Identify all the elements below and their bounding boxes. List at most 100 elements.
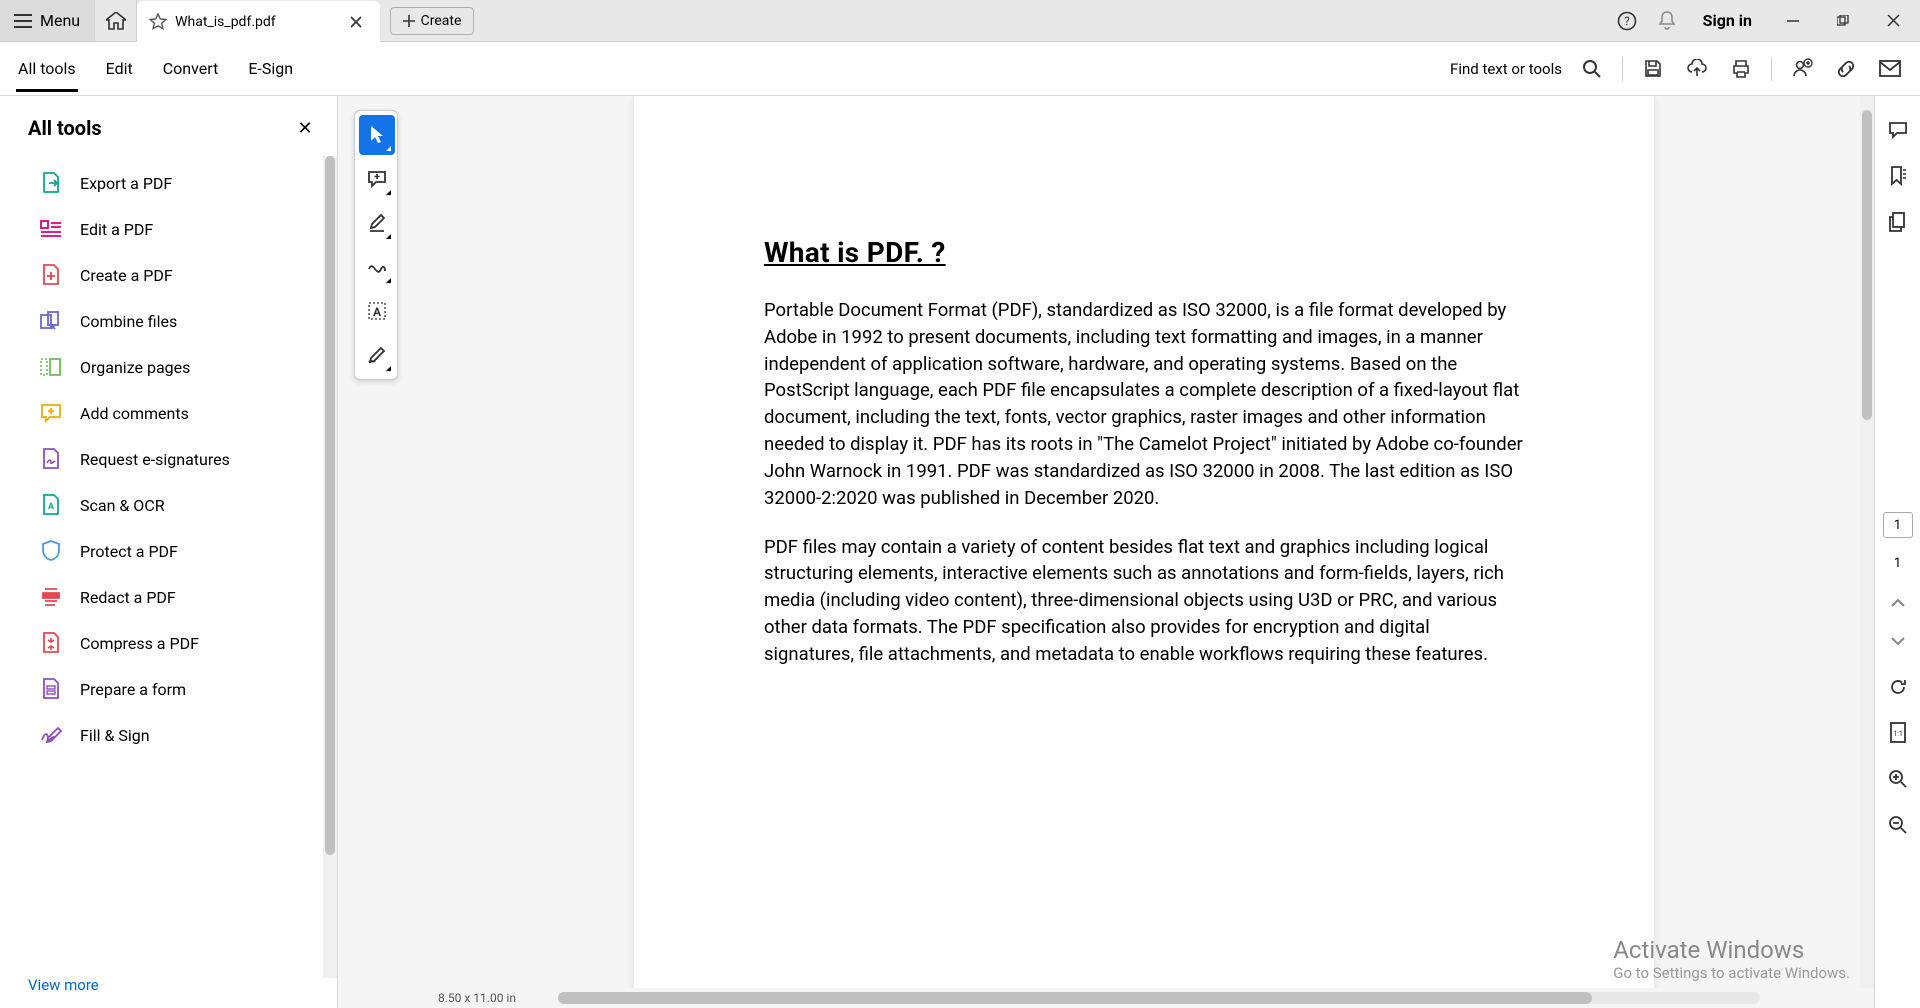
vertical-scrollbar[interactable]	[1860, 96, 1874, 988]
toolbar-right: Find text or tools	[1450, 55, 1904, 83]
search-button[interactable]	[1578, 55, 1606, 83]
cursor-icon	[369, 125, 385, 145]
rotate-icon	[1888, 677, 1908, 697]
tool-compress-pdf[interactable]: Compress a PDF	[0, 620, 337, 666]
tab-all-tools[interactable]: All tools	[16, 45, 78, 92]
document-tab[interactable]: What_is_pdf.pdf	[137, 1, 380, 42]
titlebar: Menu What_is_pdf.pdf Create ? Sign in	[0, 0, 1920, 42]
text-select-icon: A	[367, 301, 387, 321]
prev-page-button[interactable]	[1884, 589, 1912, 617]
zoom-in-icon	[1888, 769, 1908, 789]
close-icon: ✕	[297, 118, 312, 139]
minimize-button[interactable]	[1770, 0, 1816, 42]
next-page-button[interactable]	[1884, 627, 1912, 655]
tab-edit[interactable]: Edit	[104, 45, 135, 92]
tool-tabs: All tools Edit Convert E-Sign	[16, 42, 295, 95]
create-pdf-icon	[40, 264, 62, 286]
scan-icon: A	[40, 494, 62, 516]
star-icon[interactable]	[149, 13, 167, 31]
draw-tool[interactable]	[359, 247, 395, 287]
chevron-up-icon	[1891, 598, 1905, 608]
maximize-icon	[1837, 15, 1849, 27]
help-button[interactable]: ?	[1609, 3, 1645, 39]
sign-tool[interactable]	[359, 335, 395, 375]
document-paragraph-2: PDF files may contain a variety of conte…	[764, 534, 1524, 668]
tool-label: Compress a PDF	[80, 634, 199, 653]
text-select-tool[interactable]: A	[359, 291, 395, 331]
save-button[interactable]	[1639, 55, 1667, 83]
tool-request-signatures[interactable]: Request e-signatures	[0, 436, 337, 482]
comments-panel-button[interactable]	[1884, 116, 1912, 144]
page-size-label: 8.50 x 11.00 in	[338, 991, 558, 1005]
minimize-icon	[1787, 15, 1799, 27]
svg-text:A: A	[373, 305, 382, 319]
tool-create-pdf[interactable]: Create a PDF	[0, 252, 337, 298]
tool-label: Combine files	[80, 312, 177, 331]
page-1to1-icon: 1:1	[1889, 722, 1907, 744]
zoom-in-button[interactable]	[1884, 765, 1912, 793]
tool-fill-sign[interactable]: Fill & Sign	[0, 712, 337, 758]
create-button[interactable]: Create	[390, 7, 475, 35]
scrollbar-thumb[interactable]	[1862, 110, 1872, 420]
highlight-tool[interactable]	[359, 203, 395, 243]
tool-organize-pages[interactable]: Organize pages	[0, 344, 337, 390]
sticky-note-tool[interactable]	[359, 159, 395, 199]
tab-close-button[interactable]	[344, 10, 368, 34]
tool-redact-pdf[interactable]: Redact a PDF	[0, 574, 337, 620]
save-icon	[1643, 59, 1663, 79]
comment-icon	[40, 402, 62, 424]
bookmarks-panel-button[interactable]	[1884, 162, 1912, 190]
tool-add-comments[interactable]: Add comments	[0, 390, 337, 436]
scrollbar-thumb[interactable]	[325, 156, 335, 855]
tool-export-pdf[interactable]: Export a PDF	[0, 160, 337, 206]
search-icon	[1582, 59, 1602, 79]
sidebar-close-button[interactable]: ✕	[291, 114, 319, 142]
link-icon	[1835, 58, 1857, 80]
upload-button[interactable]	[1683, 55, 1711, 83]
page-number-input[interactable]	[1883, 512, 1913, 538]
home-button[interactable]	[95, 0, 137, 41]
tab-esign[interactable]: E-Sign	[246, 45, 295, 92]
close-window-button[interactable]	[1870, 0, 1916, 42]
tool-prepare-form[interactable]: Prepare a form	[0, 666, 337, 712]
compress-icon	[40, 632, 62, 654]
tool-edit-pdf[interactable]: Edit a PDF	[0, 206, 337, 252]
chevron-down-icon	[1891, 636, 1905, 646]
close-icon	[350, 16, 362, 28]
tab-convert[interactable]: Convert	[161, 45, 221, 92]
link-button[interactable]	[1832, 55, 1860, 83]
tool-scan-ocr[interactable]: A Scan & OCR	[0, 482, 337, 528]
share-plus-icon	[1791, 58, 1813, 80]
sidebar-scrollbar[interactable]	[323, 156, 337, 978]
redact-icon	[40, 586, 62, 608]
combine-icon	[40, 310, 62, 332]
toolbar: All tools Edit Convert E-Sign Find text …	[0, 42, 1920, 96]
document-title: What is PDF. ?	[764, 236, 1524, 269]
horizontal-scrollbar[interactable]	[558, 992, 1760, 1004]
actual-size-button[interactable]: 1:1	[1884, 719, 1912, 747]
menu-button[interactable]: Menu	[0, 0, 95, 41]
tool-label: Scan & OCR	[80, 496, 165, 515]
signin-button[interactable]: Sign in	[1689, 11, 1766, 30]
find-text-label[interactable]: Find text or tools	[1450, 60, 1562, 78]
document-paragraph-1: Portable Document Format (PDF), standard…	[764, 297, 1524, 512]
share-button[interactable]	[1788, 55, 1816, 83]
rotate-button[interactable]	[1884, 673, 1912, 701]
form-icon	[40, 678, 62, 700]
tool-protect-pdf[interactable]: Protect a PDF	[0, 528, 337, 574]
email-button[interactable]	[1876, 55, 1904, 83]
print-button[interactable]	[1727, 55, 1755, 83]
zoom-out-button[interactable]	[1884, 811, 1912, 839]
close-icon	[1887, 14, 1900, 27]
signature-icon	[40, 448, 62, 470]
select-tool[interactable]	[359, 115, 395, 155]
thumbnails-panel-button[interactable]	[1884, 208, 1912, 236]
edit-icon	[40, 218, 62, 240]
page-container[interactable]: What is PDF. ? Portable Document Format …	[338, 96, 1874, 1008]
maximize-button[interactable]	[1820, 0, 1866, 42]
tool-combine-files[interactable]: Combine files	[0, 298, 337, 344]
notifications-button[interactable]	[1649, 3, 1685, 39]
view-more-link[interactable]: View more	[0, 968, 337, 1008]
highlighter-icon	[368, 213, 386, 233]
scrollbar-thumb[interactable]	[558, 992, 1592, 1004]
